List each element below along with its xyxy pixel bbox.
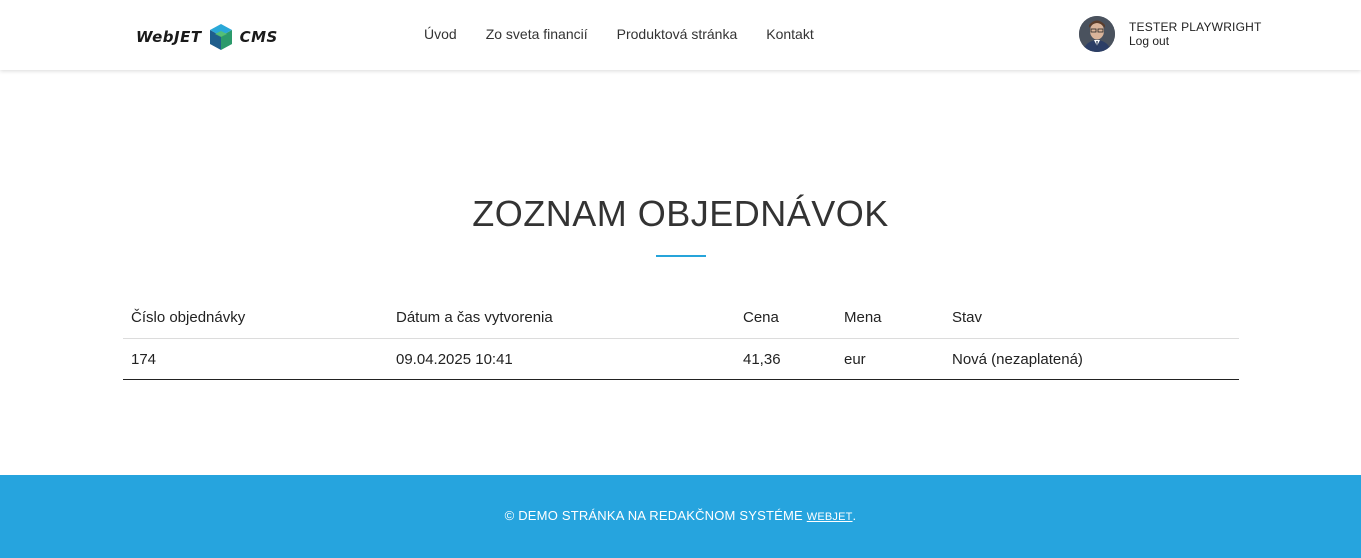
page-title: ZOZNAM OBJEDNÁVOK: [472, 193, 889, 234]
column-header-status: Stav: [944, 297, 1239, 339]
footer-text: © DEMO STRÁNKA NA REDAKČNOM SYSTÉME: [504, 508, 803, 523]
logo-text-left: WebJET: [136, 28, 202, 46]
cell-price: 41,36: [735, 338, 836, 380]
table-header-row: Číslo objednávky Dátum a čas vytvorenia …: [123, 297, 1239, 339]
nav-item-kontakt[interactable]: Kontakt: [766, 26, 813, 42]
column-header-price: Cena: [735, 297, 836, 339]
nav-item-zo-sveta-financii[interactable]: Zo sveta financií: [486, 26, 588, 42]
main-nav: Úvod Zo sveta financií Produktová stránk…: [424, 26, 814, 42]
table-row[interactable]: 174 09.04.2025 10:41 41,36 eur Nová (nez…: [123, 338, 1239, 380]
cell-created: 09.04.2025 10:41: [388, 338, 735, 380]
user-menu: TESTER PLAYWRIGHT Log out: [1079, 16, 1262, 52]
site-header: WebJET CMS Úvod Zo sveta financií Produk…: [0, 0, 1361, 70]
footer-suffix: .: [852, 508, 857, 523]
column-header-currency: Mena: [836, 297, 944, 339]
logo-text-right: CMS: [239, 28, 278, 46]
orders-table: Číslo objednávky Dátum a čas vytvorenia …: [123, 297, 1239, 380]
webjet-logo[interactable]: WebJET CMS: [136, 22, 278, 52]
nav-item-uvod[interactable]: Úvod: [424, 26, 457, 42]
user-info: TESTER PLAYWRIGHT Log out: [1129, 20, 1262, 48]
cell-status: Nová (nezaplatená): [944, 338, 1239, 380]
user-name: TESTER PLAYWRIGHT: [1129, 20, 1262, 34]
avatar[interactable]: [1079, 16, 1115, 52]
site-footer: © DEMO STRÁNKA NA REDAKČNOM SYSTÉME WEBJ…: [0, 475, 1361, 558]
cube-logo-icon: [209, 24, 232, 50]
footer-webjet-link[interactable]: WEBJET: [807, 511, 853, 523]
column-header-order-number: Číslo objednávky: [123, 297, 388, 339]
cell-currency: eur: [836, 338, 944, 380]
cell-order-number: 174: [123, 338, 388, 380]
user-photo-icon: [1079, 16, 1115, 52]
nav-item-produktova-stranka[interactable]: Produktová stránka: [617, 26, 738, 42]
title-divider: [656, 255, 706, 257]
logout-link[interactable]: Log out: [1129, 34, 1262, 48]
column-header-created: Dátum a čas vytvorenia: [388, 297, 735, 339]
